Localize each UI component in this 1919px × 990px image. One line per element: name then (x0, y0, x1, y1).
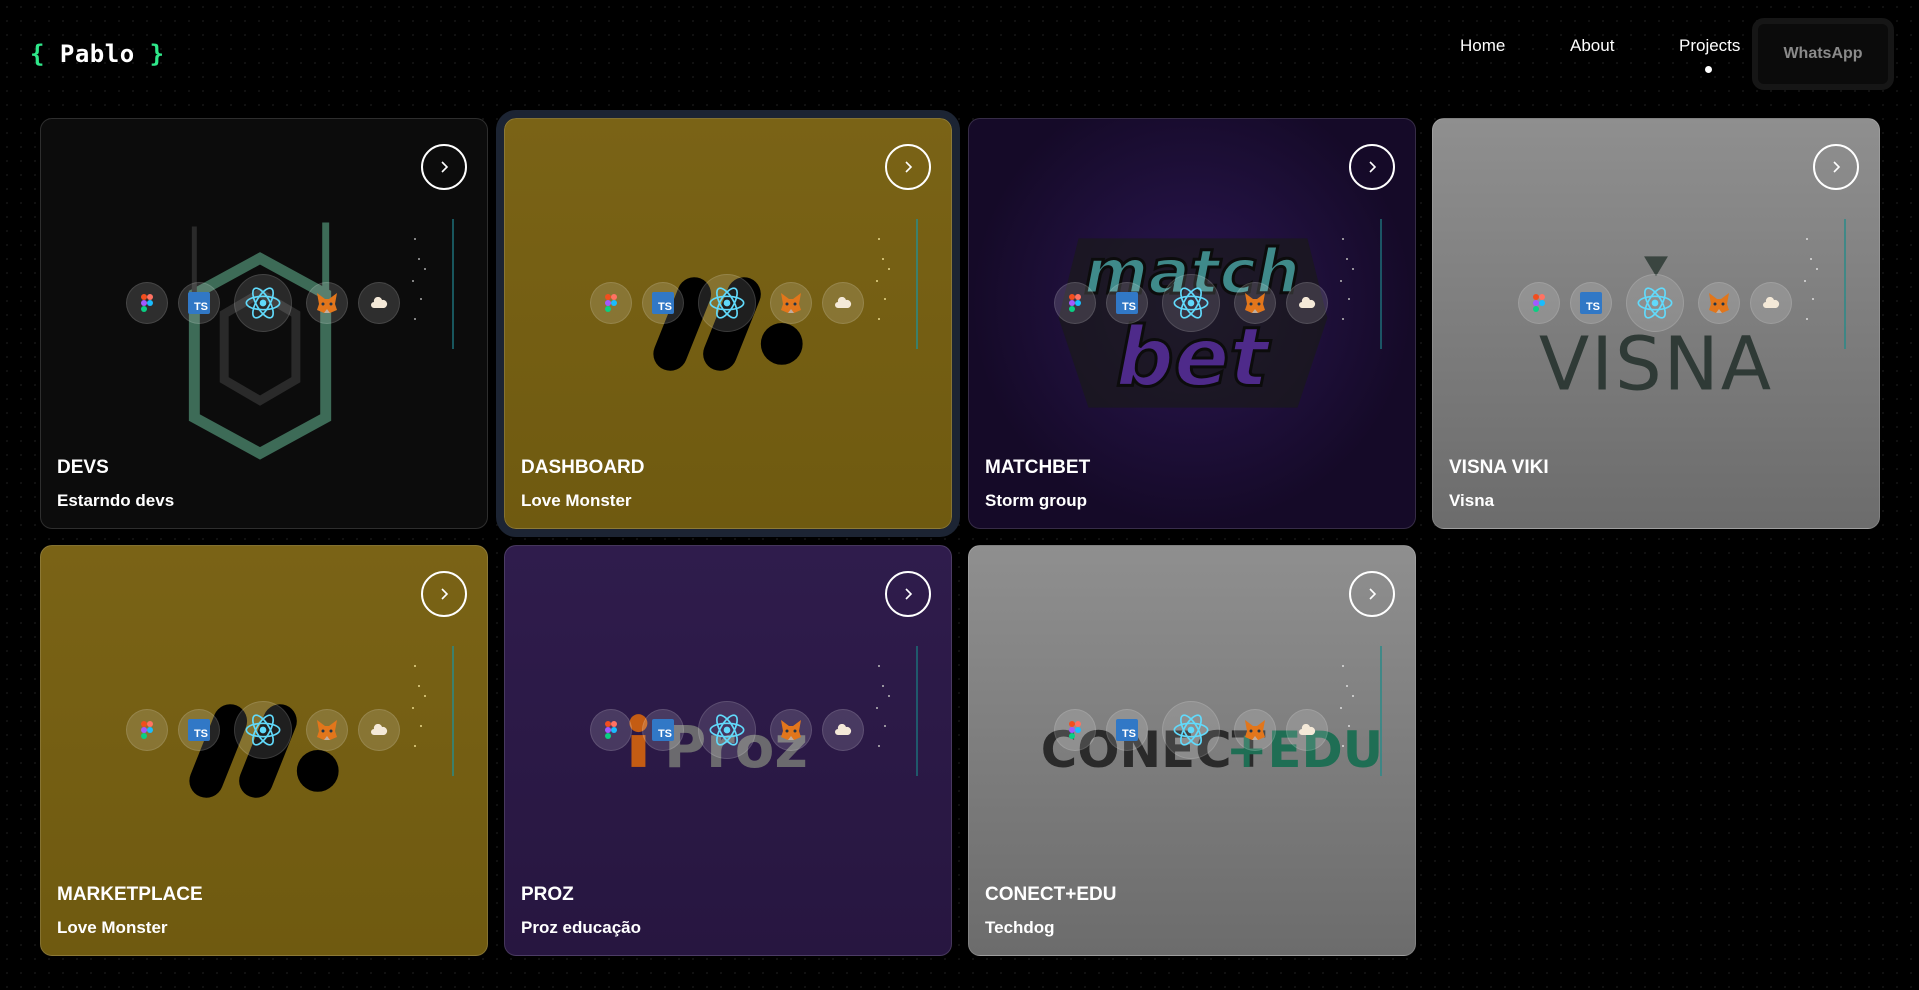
figma-icon (126, 282, 168, 324)
react-icon (1626, 274, 1684, 332)
project-card-devs[interactable]: TS DEVS Estarndo devs (40, 118, 488, 529)
nav-home[interactable]: Home (1460, 36, 1505, 56)
figma-icon (1054, 709, 1096, 751)
chevron-right-icon (1369, 161, 1377, 173)
chevron-right-icon (1833, 161, 1841, 173)
project-title: DASHBOARD (521, 457, 645, 478)
project-subtitle: Techdog (985, 918, 1055, 937)
metamask-icon (770, 282, 812, 324)
project-subtitle: Storm group (985, 491, 1087, 510)
typescript-icon: TS (178, 709, 220, 751)
project-card-matchbet[interactable]: match bet TS MATCHBET Storm group (968, 118, 1416, 529)
react-icon (234, 701, 292, 759)
react-icon (1162, 274, 1220, 332)
site-logo[interactable]: { Pablo } (30, 40, 165, 68)
figma-icon (590, 709, 632, 751)
project-subtitle: Love Monster (57, 918, 168, 937)
react-icon (698, 701, 756, 759)
typescript-icon: TS (178, 282, 220, 324)
react-icon (698, 274, 756, 332)
metamask-icon (1234, 709, 1276, 751)
cloud-icon (822, 282, 864, 324)
chevron-right-icon (905, 161, 913, 173)
open-project-button[interactable] (885, 144, 931, 190)
project-subtitle: Visna (1449, 491, 1495, 510)
project-card-marketplace[interactable]: TS MARKETPLACE Love Monster (40, 545, 488, 956)
cloud-icon (358, 282, 400, 324)
project-subtitle: Estarndo devs (57, 491, 175, 510)
react-icon (1162, 701, 1220, 759)
logo-brace-close: } (149, 40, 165, 68)
typescript-icon: TS (1570, 282, 1612, 324)
sparkle-decoration (1340, 646, 1382, 776)
chevron-right-icon (441, 588, 449, 600)
metamask-icon (306, 709, 348, 751)
project-title: VISNA VIKI (1449, 457, 1549, 478)
project-title: MARKETPLACE (57, 884, 203, 905)
project-title: MATCHBET (985, 457, 1091, 478)
open-project-button[interactable] (421, 144, 467, 190)
logo-brace-open: { (30, 40, 45, 68)
typescript-icon: TS (1106, 282, 1148, 324)
project-title: PROZ (521, 884, 574, 905)
cloud-icon (1286, 282, 1328, 324)
sparkle-decoration (412, 646, 454, 776)
tech-stack: TS (590, 701, 870, 761)
project-subtitle: Love Monster (521, 491, 632, 510)
cloud-icon (358, 709, 400, 751)
open-project-button[interactable] (885, 571, 931, 617)
svg-text:VISNA: VISNA (1539, 323, 1773, 408)
figma-icon (590, 282, 632, 324)
project-card-proz[interactable]: Proz TS PROZ Proz educação (504, 545, 952, 956)
metamask-icon (1234, 282, 1276, 324)
typescript-icon: TS (642, 282, 684, 324)
cloud-icon (822, 709, 864, 751)
active-nav-indicator (1705, 66, 1712, 73)
tech-stack: TS (126, 274, 406, 334)
react-icon (234, 274, 292, 332)
logo-name: Pablo (59, 40, 135, 68)
project-title: DEVS (57, 457, 109, 478)
tech-stack: TS (590, 274, 870, 334)
typescript-icon: TS (1106, 709, 1148, 751)
sparkle-decoration (876, 646, 918, 776)
sparkle-decoration (876, 219, 918, 349)
project-card-dashboard[interactable]: TS DASHBOARD Love Monster (496, 110, 960, 537)
project-subtitle: Proz educação (521, 918, 641, 937)
cloud-icon (1750, 282, 1792, 324)
sparkle-decoration (412, 219, 454, 349)
open-project-button[interactable] (421, 571, 467, 617)
open-project-button[interactable] (1813, 144, 1859, 190)
figma-icon (1518, 282, 1560, 324)
tech-stack: TS (126, 701, 406, 761)
nav-projects[interactable]: Projects (1679, 36, 1740, 56)
metamask-icon (306, 282, 348, 324)
figma-icon (1054, 282, 1096, 324)
sparkle-decoration (1340, 219, 1382, 349)
chevron-right-icon (905, 588, 913, 600)
metamask-icon (770, 709, 812, 751)
open-project-button[interactable] (1349, 144, 1395, 190)
project-card-visna-viki[interactable]: VISNA TS VISNA VIKI Visna (1432, 118, 1880, 529)
chevron-right-icon (1369, 588, 1377, 600)
open-project-button[interactable] (1349, 571, 1395, 617)
tech-stack: TS (1518, 274, 1798, 334)
figma-icon (126, 709, 168, 751)
whatsapp-button[interactable]: WhatsApp (1752, 18, 1894, 90)
tech-stack: TS (1054, 701, 1334, 761)
project-card-conect-edu[interactable]: CONECT +EDU TS CONECT+EDU Techdog (968, 545, 1416, 956)
project-title: CONECT+EDU (985, 884, 1117, 905)
nav-about[interactable]: About (1570, 36, 1614, 56)
sparkle-decoration (1804, 219, 1846, 349)
typescript-icon: TS (642, 709, 684, 751)
tech-stack: TS (1054, 274, 1334, 334)
metamask-icon (1698, 282, 1740, 324)
cloud-icon (1286, 709, 1328, 751)
site-header: { Pablo } Home About Projects WhatsApp (0, 0, 1919, 110)
chevron-right-icon (441, 161, 449, 173)
